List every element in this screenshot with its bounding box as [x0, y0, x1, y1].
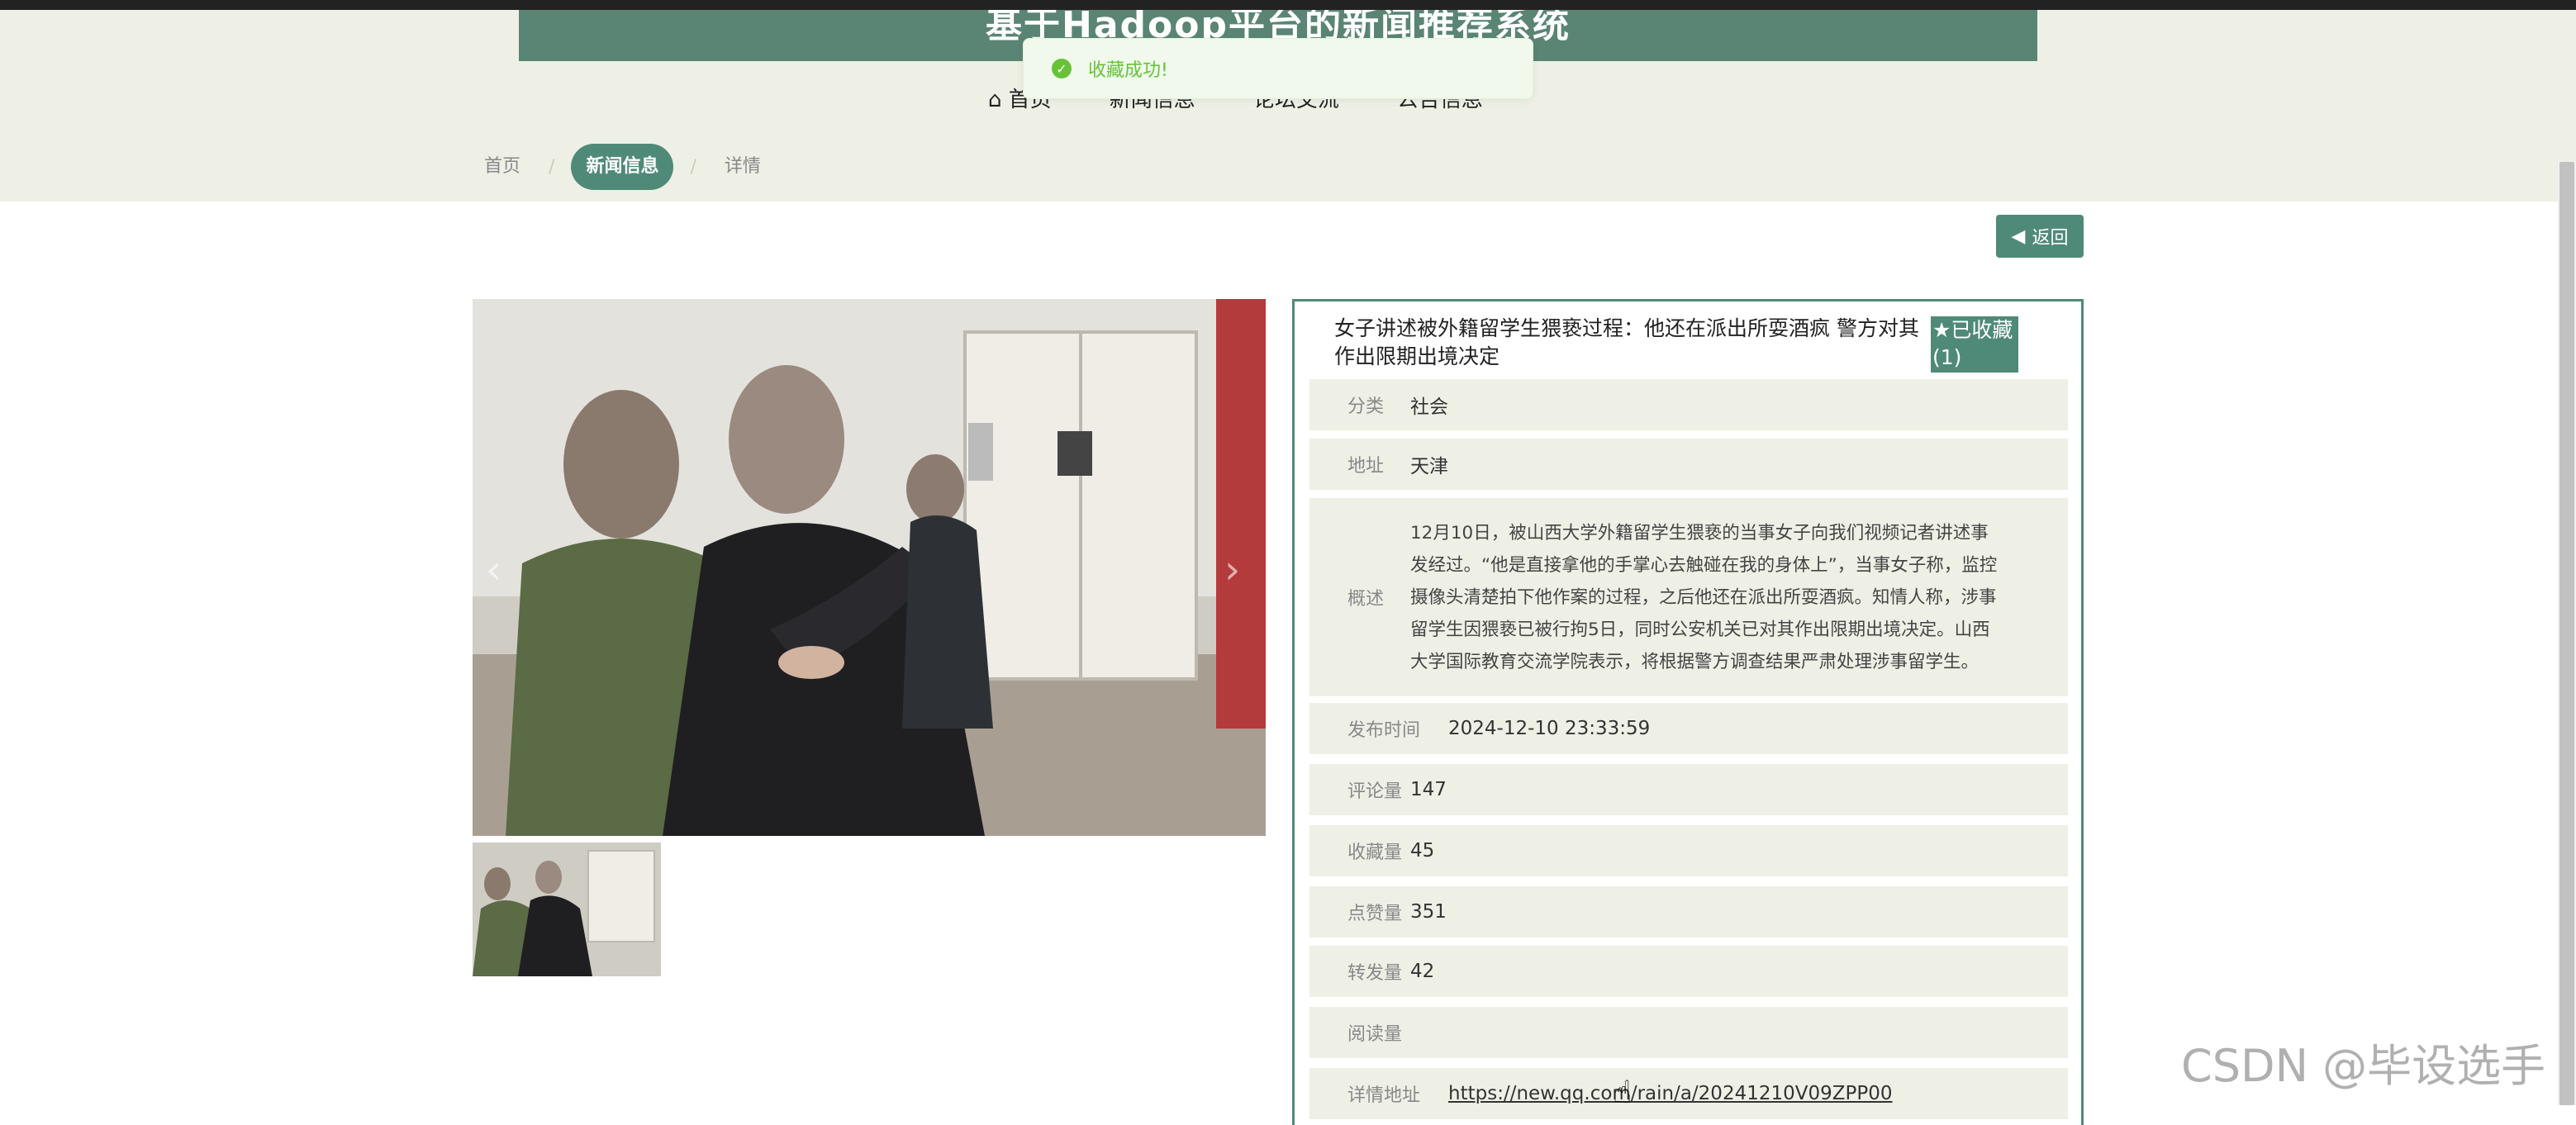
field-value: 351 — [1410, 901, 1447, 923]
breadcrumb-detail[interactable]: 详情 — [713, 144, 772, 190]
hand-cursor-icon: ☝ — [1613, 1074, 1633, 1110]
field-value: 天津 — [1410, 456, 1448, 477]
field-favorites: 收藏量 45 — [1309, 825, 2068, 876]
field-value: 147 — [1410, 779, 1447, 800]
back-button-label: 返回 — [2032, 228, 2069, 249]
success-toast: ✓ 收藏成功! — [1023, 38, 1533, 99]
carousel-prev-icon[interactable]: ‹ — [486, 547, 501, 593]
field-value: 社会 — [1410, 396, 1448, 418]
breadcrumb-news[interactable]: 新闻信息 — [571, 144, 674, 190]
toast-message: 收藏成功! — [1088, 60, 1168, 81]
field-detail-url: 详情地址 https://new.qq.com/rain/a/20241210V… — [1309, 1068, 2068, 1119]
field-label: 转发量 — [1347, 963, 1403, 984]
field-label: 发布时间 — [1347, 720, 1421, 741]
photo-illustration — [473, 299, 1266, 836]
detail-url-link[interactable]: https://new.qq.com/rain/a/20241210V09ZPP… — [1448, 1083, 1893, 1104]
field-value: 2024-12-10 23:33:59 — [1448, 718, 1651, 739]
field-shares: 转发量 42 — [1309, 946, 2068, 997]
caret-left-icon: ◀ — [2011, 225, 2026, 247]
breadcrumb-home[interactable]: 首页 — [473, 144, 532, 190]
favorite-count: (1) — [1932, 345, 1962, 369]
field-comments: 评论量 147 — [1309, 764, 2068, 815]
field-address: 地址 天津 — [1309, 439, 2068, 490]
field-label: 详情地址 — [1347, 1085, 1421, 1106]
news-main-image[interactable]: ‹ › — [473, 299, 1266, 836]
scrollbar-thumb[interactable] — [2559, 162, 2574, 1105]
image-thumbnail[interactable] — [473, 843, 661, 976]
field-label: 收藏量 — [1347, 843, 1403, 863]
breadcrumb-separator: / — [690, 156, 696, 178]
back-button[interactable]: ◀ 返回 — [1996, 215, 2084, 258]
field-value: 12月10日，被山西大学外籍留学生猥亵的当事女子向我们视频记者讲述事发经过。“他… — [1410, 522, 1998, 672]
article-title: 女子讲述被外籍留学生猥亵过程：他还在派出所耍酒疯 警方对其作出限期出境决定 — [1334, 316, 1919, 368]
breadcrumb: 首页 / 新闻信息 / 详情 — [473, 144, 772, 190]
favorite-button[interactable]: ★已收藏 (1) — [1931, 316, 2018, 373]
field-label: 阅读量 — [1347, 1024, 1403, 1045]
check-circle-icon: ✓ — [1052, 59, 1072, 78]
favorite-label: 已收藏 — [1951, 318, 2013, 342]
thumbnail-illustration — [473, 843, 661, 976]
field-publish-time: 发布时间 2024-12-10 23:33:59 — [1309, 703, 2068, 754]
star-icon: ★ — [1932, 318, 1951, 342]
home-icon: ⌂ — [988, 87, 1002, 112]
carousel-next-icon[interactable]: › — [1224, 547, 1240, 593]
watermark: CSDN @毕设选手 — [2181, 1040, 2546, 1092]
field-label: 地址 — [1347, 456, 1385, 477]
field-summary: 概述 12月10日，被山西大学外籍留学生猥亵的当事女子向我们视频记者讲述事发经过… — [1309, 498, 2068, 696]
field-reads: 阅读量 — [1309, 1007, 2068, 1058]
field-value: 42 — [1410, 961, 1435, 982]
top-strip — [0, 0, 2576, 10]
field-label: 概述 — [1347, 589, 1385, 610]
field-label: 点赞量 — [1347, 904, 1403, 924]
news-detail-card: 女子讲述被外籍留学生猥亵过程：他还在派出所耍酒疯 警方对其作出限期出境决定 ★已… — [1292, 299, 2084, 1125]
field-value: 45 — [1410, 840, 1435, 862]
field-category: 分类 社会 — [1309, 379, 2068, 430]
field-label: 评论量 — [1347, 781, 1403, 802]
field-likes: 点赞量 351 — [1309, 886, 2068, 938]
field-label: 分类 — [1347, 396, 1385, 417]
breadcrumb-separator: / — [549, 156, 555, 178]
